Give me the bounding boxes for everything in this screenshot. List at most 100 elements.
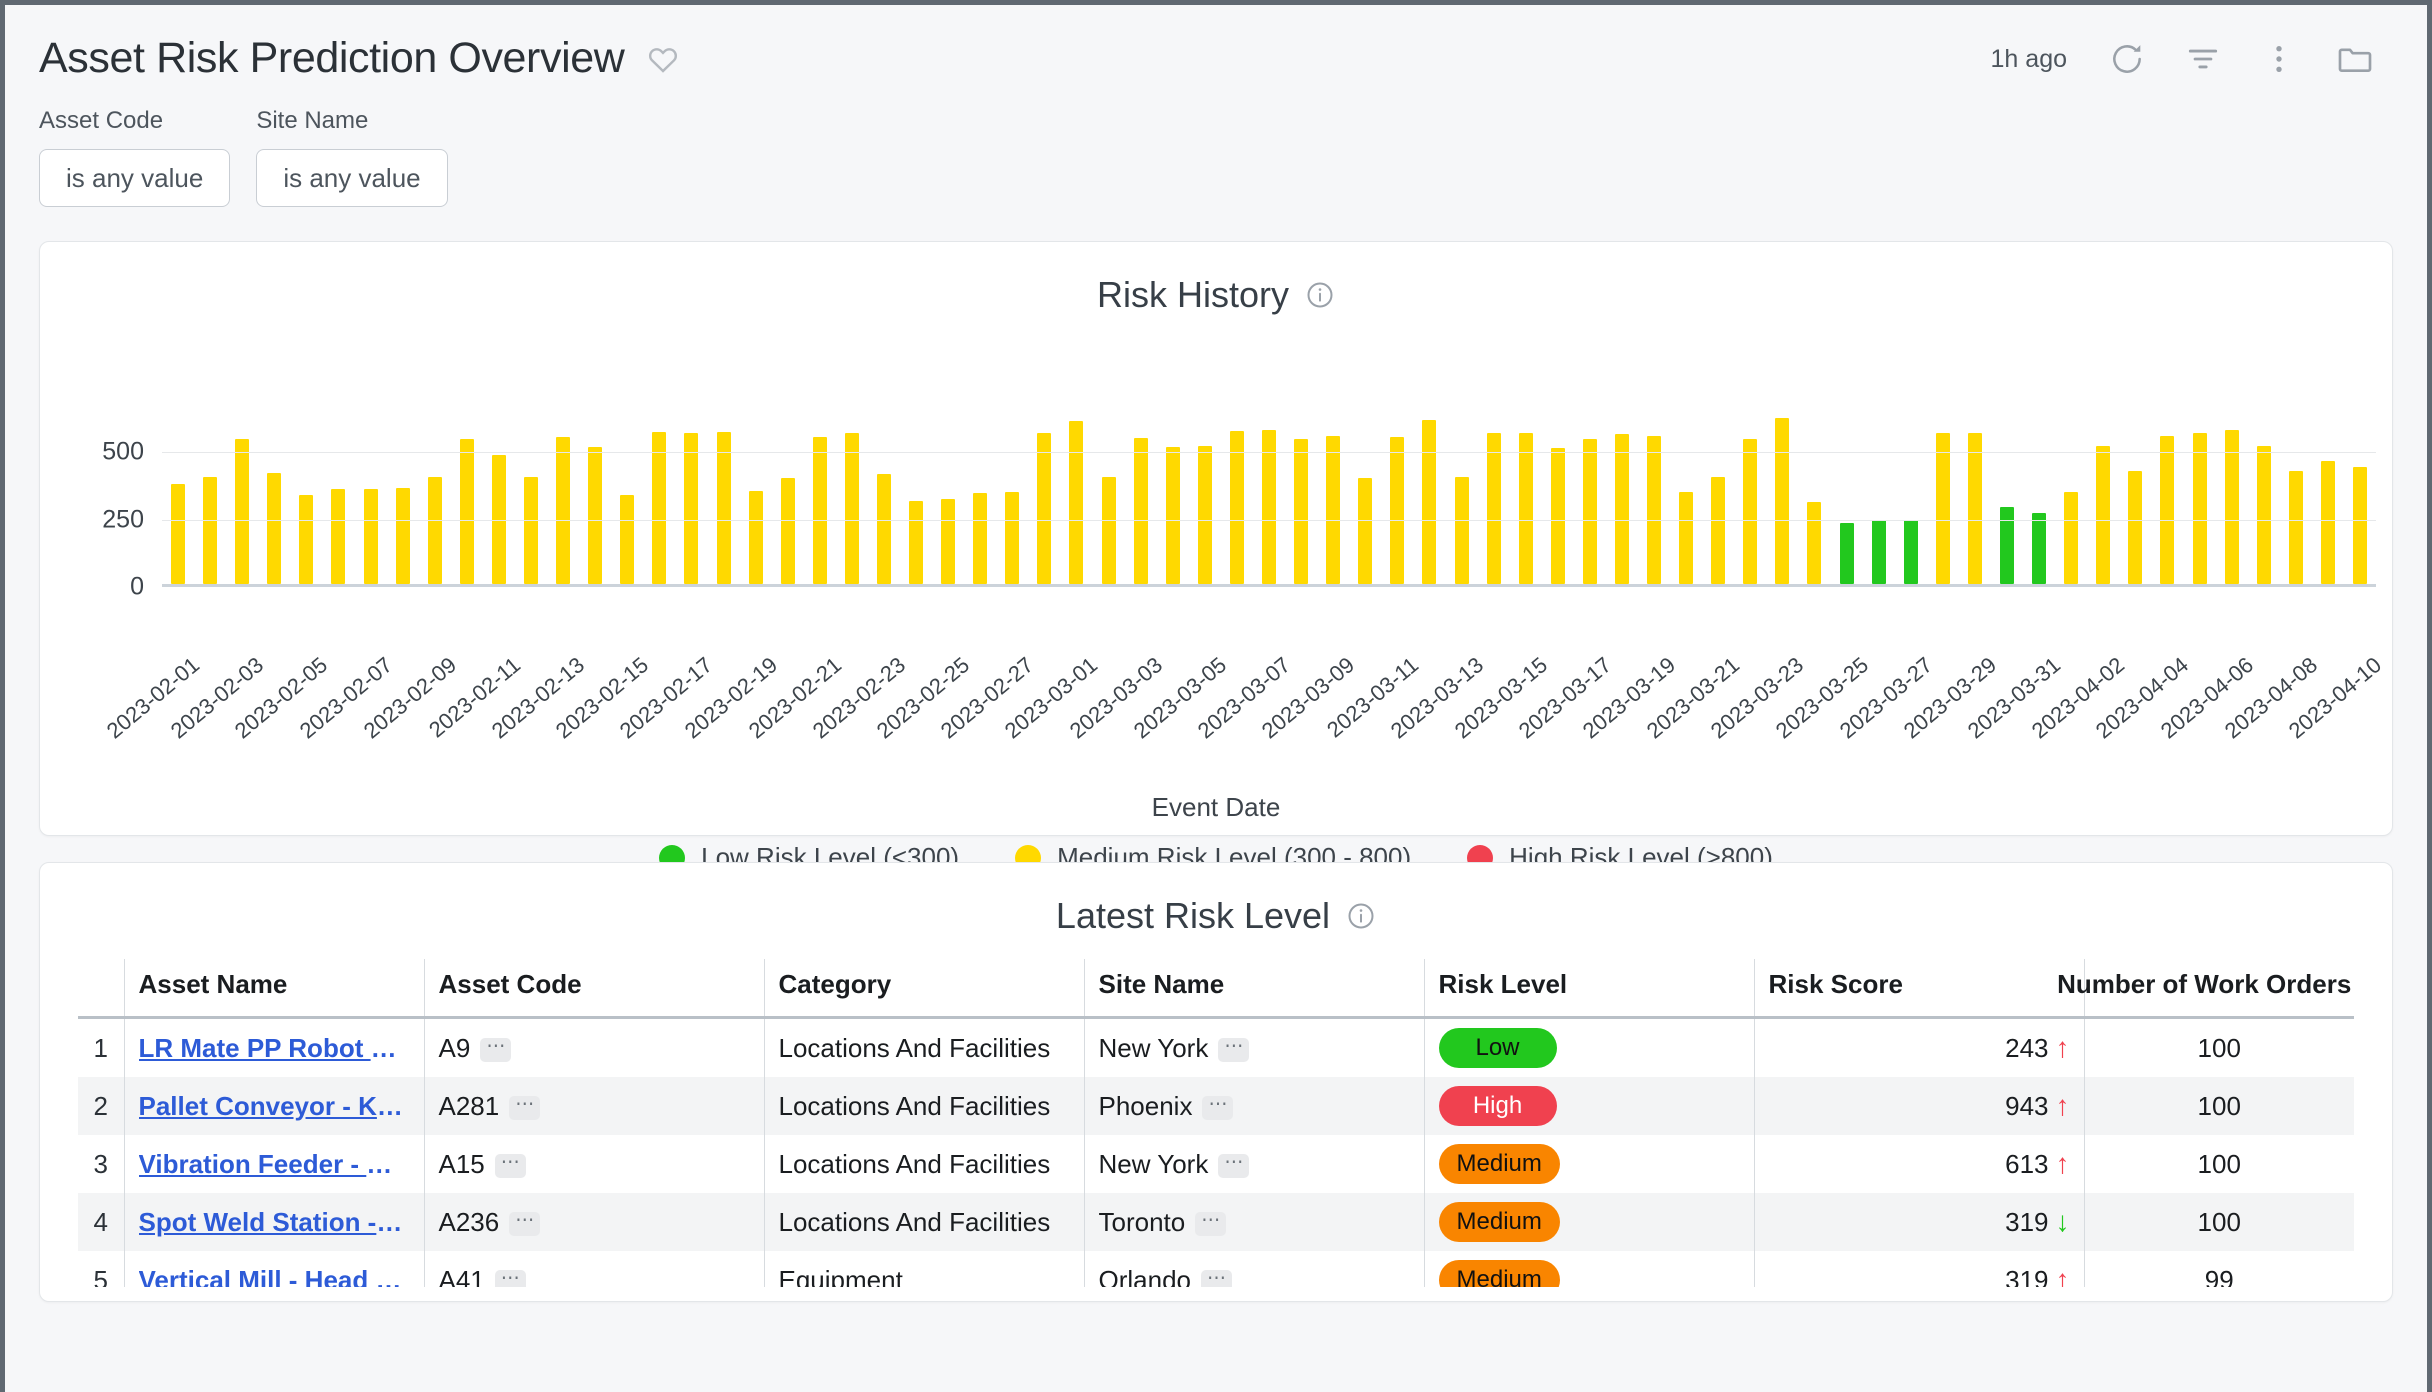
chart-bar[interactable] xyxy=(588,447,603,584)
chart-bar[interactable] xyxy=(363,488,378,584)
favorite-heart-icon[interactable] xyxy=(646,42,680,76)
chart-bar[interactable] xyxy=(748,491,763,584)
chart-bar[interactable] xyxy=(1454,476,1469,584)
chart-bar[interactable] xyxy=(203,476,218,584)
chart-bar[interactable] xyxy=(1037,433,1052,584)
chart-bar[interactable] xyxy=(524,477,538,584)
chart-bar[interactable] xyxy=(1165,447,1180,584)
cell-overflow-icon[interactable]: ⋯ xyxy=(494,1269,526,1287)
filter-value-asset-code[interactable]: is any value xyxy=(39,149,231,207)
info-icon[interactable] xyxy=(1305,280,1335,310)
chart-bar[interactable] xyxy=(2256,446,2271,584)
table-header-category[interactable]: Category xyxy=(763,959,1084,1019)
chart-bar[interactable] xyxy=(395,488,410,584)
chart-bar[interactable] xyxy=(780,477,795,584)
chart-bar[interactable] xyxy=(1903,519,1918,584)
chart-bar[interactable] xyxy=(1935,432,1950,584)
cell-overflow-icon[interactable]: ⋯ xyxy=(494,1153,526,1178)
cell-overflow-icon[interactable]: ⋯ xyxy=(1202,1095,1234,1120)
chart-bar[interactable] xyxy=(1262,430,1276,584)
chart-bar[interactable] xyxy=(1005,492,1020,584)
cell-overflow-icon[interactable]: ⋯ xyxy=(480,1037,512,1062)
table-header-site-name[interactable]: Site Name xyxy=(1083,959,1424,1019)
chart-bar[interactable] xyxy=(1294,438,1309,584)
chart-bar[interactable] xyxy=(2128,470,2143,584)
chart-bar[interactable] xyxy=(684,432,699,584)
cell-asset-name[interactable]: Vibration Feeder - Brazer … xyxy=(123,1135,424,1193)
chart-bar[interactable] xyxy=(1550,448,1565,584)
chart-bar[interactable] xyxy=(1839,523,1854,584)
cell-overflow-icon[interactable]: ⋯ xyxy=(509,1211,541,1236)
asset-name-link[interactable]: Vertical Mill - Head Line… xyxy=(139,1265,410,1288)
chart-bar[interactable] xyxy=(876,473,891,584)
chart-bars[interactable] xyxy=(162,382,2376,584)
chart-bar[interactable] xyxy=(556,437,571,584)
cell-overflow-icon[interactable]: ⋯ xyxy=(1195,1211,1227,1236)
chart-bar[interactable] xyxy=(1775,418,1790,584)
table-header-work-orders[interactable]: Number of Work Orders ∨ xyxy=(2057,959,2354,1019)
asset-name-link[interactable]: Spot Weld Station - Door … xyxy=(139,1207,410,1238)
chart-bar[interactable] xyxy=(1358,477,1373,584)
more-options-icon[interactable] xyxy=(2241,28,2317,90)
chart-bar[interactable] xyxy=(1871,519,1886,584)
chart-bar[interactable] xyxy=(1743,439,1758,584)
chart-bar[interactable] xyxy=(2192,432,2207,584)
chart-bar[interactable] xyxy=(2160,436,2175,584)
chart-bar[interactable] xyxy=(1422,419,1437,584)
cell-asset-name[interactable]: LR Mate PP Robot 3 - Ra… xyxy=(123,1017,424,1077)
table-header-asset-code[interactable]: Asset Code xyxy=(423,959,764,1019)
chart-bar[interactable] xyxy=(2064,492,2079,584)
table-row[interactable]: 3 Vibration Feeder - Brazer … A15 ⋯ Location… xyxy=(78,1135,2354,1193)
chart-bar[interactable] xyxy=(941,499,956,584)
chart-bar[interactable] xyxy=(1229,431,1244,584)
cell-asset-name[interactable]: Spot Weld Station - Door … xyxy=(123,1193,424,1251)
chart-bar[interactable] xyxy=(299,495,314,584)
chart-bar[interactable] xyxy=(331,489,346,584)
table-row[interactable]: 5 Vertical Mill - Head Line… A41 ⋯ Equipment… xyxy=(78,1251,2354,1287)
chart-bar[interactable] xyxy=(620,495,635,584)
chart-bar[interactable] xyxy=(812,437,827,584)
asset-name-link[interactable]: Vibration Feeder - Brazer … xyxy=(139,1149,410,1180)
table-row[interactable]: 1 LR Mate PP Robot 3 - Ra… A9 ⋯ Locations An… xyxy=(78,1017,2354,1077)
table-row[interactable]: 4 Spot Weld Station - Door … A236 ⋯ Location… xyxy=(78,1193,2354,1251)
cell-overflow-icon[interactable]: ⋯ xyxy=(509,1095,541,1120)
info-icon[interactable] xyxy=(1346,901,1376,931)
chart-bar[interactable] xyxy=(1486,433,1501,584)
chart-bar[interactable] xyxy=(716,431,731,584)
chart-bar[interactable] xyxy=(2320,461,2335,584)
chart-bar[interactable] xyxy=(459,438,474,584)
chart-bar[interactable] xyxy=(909,500,924,584)
chart-bar[interactable] xyxy=(1133,438,1148,584)
refresh-icon[interactable] xyxy=(2089,28,2165,90)
table-header-risk-score[interactable]: Risk Score xyxy=(1753,959,2084,1019)
chart-bar[interactable] xyxy=(1647,436,1662,584)
chart-bar[interactable] xyxy=(171,484,186,584)
cell-overflow-icon[interactable]: ⋯ xyxy=(1201,1269,1232,1287)
chart-bar[interactable] xyxy=(2352,466,2367,584)
table-header-risk-level[interactable]: Risk Level xyxy=(1423,959,1754,1019)
chart-bar[interactable] xyxy=(1711,476,1726,584)
chart-bar[interactable] xyxy=(1967,432,1982,584)
chart-bar[interactable] xyxy=(1582,438,1597,584)
table-header-asset-name[interactable]: Asset Name xyxy=(123,959,424,1019)
chart-bar[interactable] xyxy=(1326,436,1341,584)
filter-value-site-name[interactable]: is any value xyxy=(256,149,448,207)
chart-bar[interactable] xyxy=(1679,492,1694,584)
chart-bar[interactable] xyxy=(2000,506,2014,584)
chart-bar[interactable] xyxy=(652,431,667,584)
cell-asset-name[interactable]: Pallet Conveyor - Kitting … xyxy=(123,1077,424,1135)
chart-bar[interactable] xyxy=(973,492,988,584)
table-row[interactable]: 2 Pallet Conveyor - Kitting … A281 ⋯ Locatio… xyxy=(78,1077,2354,1135)
asset-name-link[interactable]: LR Mate PP Robot 3 - Ra… xyxy=(139,1033,410,1064)
chart-bar[interactable] xyxy=(235,438,250,584)
folder-icon[interactable] xyxy=(2317,28,2393,90)
chart-bar[interactable] xyxy=(2224,430,2239,584)
chart-bar[interactable] xyxy=(2032,513,2047,584)
chart-bar[interactable] xyxy=(1390,437,1405,584)
chart-bar[interactable] xyxy=(844,432,859,584)
cell-overflow-icon[interactable]: ⋯ xyxy=(1218,1153,1250,1178)
cell-asset-name[interactable]: Vertical Mill - Head Line… xyxy=(123,1251,424,1288)
filter-icon[interactable] xyxy=(2165,28,2241,90)
chart-bar[interactable] xyxy=(427,476,442,584)
asset-name-link[interactable]: Pallet Conveyor - Kitting … xyxy=(139,1091,410,1122)
